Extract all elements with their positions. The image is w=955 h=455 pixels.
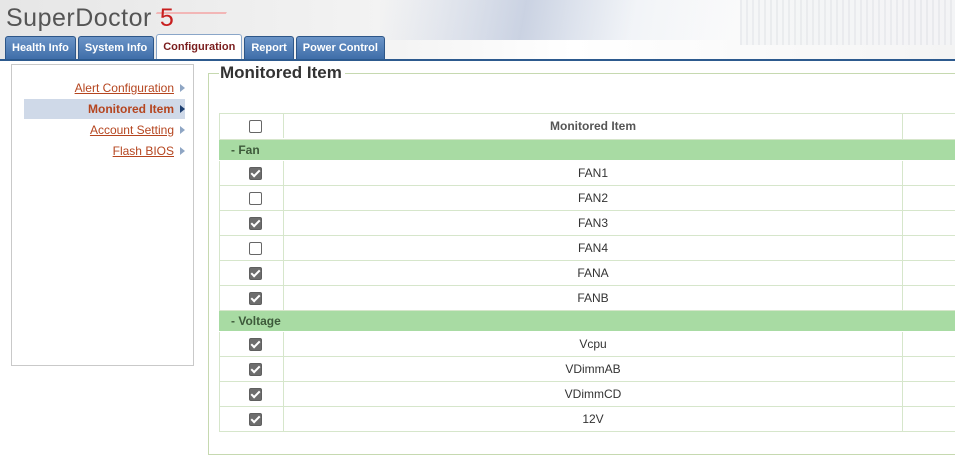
- sidebar-item-label: Monitored Item: [88, 102, 174, 116]
- item-checkbox[interactable]: [249, 167, 262, 180]
- checkbox-cell: [220, 261, 284, 285]
- item-name: FANA: [284, 261, 903, 285]
- main-tabs: Health Info System Info Configuration Re…: [5, 34, 387, 60]
- header-checkbox-cell: [220, 114, 284, 138]
- checkbox-cell: [220, 286, 284, 310]
- app-logo: SuperDoctor 5: [6, 4, 174, 33]
- sidebar-item-label: Flash BIOS: [112, 144, 174, 158]
- group-label: - Fan: [231, 143, 260, 157]
- monitored-items-table: Monitored Item - Fan FAN1 FAN2 FAN3 FAN4…: [219, 113, 955, 432]
- sidebar-item-label: Account Setting: [89, 123, 174, 137]
- tab-system-info[interactable]: System Info: [77, 36, 155, 59]
- checkbox-cell: [220, 332, 284, 356]
- item-checkbox[interactable]: [249, 338, 262, 351]
- header-decoration-right: [740, 0, 955, 45]
- header-decoration: [380, 0, 740, 40]
- checkbox-cell: [220, 407, 284, 431]
- arrow-right-icon: [180, 147, 185, 155]
- checkbox-cell: [220, 382, 284, 406]
- item-checkbox[interactable]: [249, 267, 262, 280]
- item-checkbox[interactable]: [249, 217, 262, 230]
- tab-configuration[interactable]: Configuration: [156, 34, 243, 59]
- group-label: - Voltage: [231, 314, 281, 328]
- arrow-right-icon: [180, 126, 185, 134]
- checkbox-cell: [220, 211, 284, 235]
- item-name: FAN4: [284, 236, 903, 260]
- table-row: VDimmAB: [219, 357, 955, 382]
- item-name: FAN3: [284, 211, 903, 235]
- tab-report[interactable]: Report: [244, 36, 294, 59]
- app-name: SuperDoctor: [6, 4, 152, 32]
- checkbox-cell: [220, 186, 284, 210]
- tab-power-control[interactable]: Power Control: [295, 36, 385, 59]
- arrow-right-icon: [180, 84, 185, 92]
- sidebar-item-account-setting[interactable]: Account Setting: [90, 120, 185, 140]
- item-name: VDimmCD: [284, 382, 903, 406]
- sidebar-item-alert-configuration[interactable]: Alert Configuration: [75, 78, 185, 98]
- table-row: VDimmCD: [219, 382, 955, 407]
- item-checkbox[interactable]: [249, 363, 262, 376]
- arrow-right-icon: [180, 105, 185, 113]
- item-name: 12V: [284, 407, 903, 431]
- column-header-monitored-item: Monitored Item: [284, 114, 903, 139]
- sidebar-item-flash-bios[interactable]: Flash BIOS: [113, 141, 185, 161]
- item-name: FAN2: [284, 186, 903, 210]
- table-row: FANB: [219, 286, 955, 311]
- table-row: FAN4: [219, 236, 955, 261]
- checkbox-cell: [220, 161, 284, 185]
- item-checkbox[interactable]: [249, 292, 262, 305]
- sidebar-item-label: Alert Configuration: [74, 81, 174, 95]
- item-name: Vcpu: [284, 332, 903, 356]
- item-checkbox[interactable]: [249, 413, 262, 426]
- checkbox-cell: [220, 236, 284, 260]
- app-version: 5: [159, 4, 175, 32]
- table-row: 12V: [219, 407, 955, 432]
- panel-title: Monitored Item: [219, 63, 345, 83]
- item-name: VDimmAB: [284, 357, 903, 381]
- item-checkbox[interactable]: [249, 242, 262, 255]
- table-row: FAN2: [219, 186, 955, 211]
- tab-health-info[interactable]: Health Info: [5, 36, 76, 59]
- tabbar-divider: [0, 59, 955, 61]
- table-row: FAN3: [219, 211, 955, 236]
- table-header-row: Monitored Item: [219, 113, 955, 140]
- sidebar-item-monitored-item[interactable]: Monitored Item: [24, 99, 185, 119]
- table-row: Vcpu: [219, 332, 955, 357]
- group-row-fan: - Fan: [219, 140, 955, 161]
- group-row-voltage: - Voltage: [219, 311, 955, 332]
- table-row: FANA: [219, 261, 955, 286]
- sidebar: Alert Configuration Monitored Item Accou…: [11, 64, 194, 366]
- item-checkbox[interactable]: [249, 192, 262, 205]
- item-name: FANB: [284, 286, 903, 310]
- item-checkbox[interactable]: [249, 388, 262, 401]
- table-row: FAN1: [219, 161, 955, 186]
- select-all-checkbox[interactable]: [249, 120, 262, 133]
- checkbox-cell: [220, 357, 284, 381]
- item-name: FAN1: [284, 161, 903, 185]
